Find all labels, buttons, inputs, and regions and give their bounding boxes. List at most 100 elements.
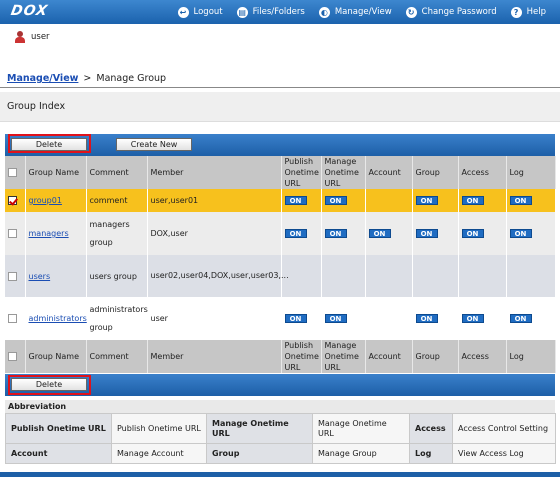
nav-logout[interactable]: ↩ Logout xyxy=(177,6,223,18)
abbr-key: Account xyxy=(5,443,112,464)
table-row[interactable]: managers managers group DOX,user ON ON O… xyxy=(5,212,556,255)
empty-cell xyxy=(412,255,459,297)
group-table: Group Name Comment Member Publish Onetim… xyxy=(5,156,556,373)
on-badge-access[interactable]: ON xyxy=(461,314,484,323)
group-link[interactable]: users xyxy=(29,272,51,281)
abbreviation-title: Abbreviation xyxy=(5,400,555,413)
empty-cell xyxy=(365,255,413,297)
select-all-checkbox[interactable] xyxy=(8,168,17,177)
group-comment: comment xyxy=(86,189,148,212)
table-footer-row: Group Name Comment Member Publish Onetim… xyxy=(5,340,556,373)
row-checkbox[interactable] xyxy=(8,196,17,205)
row-checkbox[interactable] xyxy=(8,271,17,281)
abbr-value: Manage Account xyxy=(111,443,207,464)
empty-cell xyxy=(365,189,413,212)
abbr-value: Access Control Setting xyxy=(452,413,556,444)
empty-cell xyxy=(365,297,413,340)
group-link[interactable]: administrators xyxy=(29,314,87,323)
nav-manage-view[interactable]: ◐ Manage/View xyxy=(318,6,392,18)
delete-highlight-bottom xyxy=(8,375,91,395)
on-badge-log[interactable]: ON xyxy=(509,314,532,323)
abbr-value: View Access Log xyxy=(452,443,556,464)
logout-icon: ↩ xyxy=(177,6,189,18)
col-comment: Comment xyxy=(86,156,148,189)
col-publish: Publish Onetime URL xyxy=(281,156,322,189)
on-badge-access[interactable]: ON xyxy=(461,229,484,238)
abbr-key: Access xyxy=(409,413,453,444)
col-group-name: Group Name xyxy=(25,340,87,373)
row-checkbox[interactable] xyxy=(8,314,17,323)
divider xyxy=(0,87,560,88)
on-badge-account[interactable]: ON xyxy=(368,229,391,238)
table-row[interactable]: group01 comment user,user01 ON ON ON ON … xyxy=(5,189,556,212)
col-publish: Publish Onetime URL xyxy=(281,340,322,373)
on-badge-manage[interactable]: ON xyxy=(324,229,347,238)
breadcrumb-separator: > xyxy=(83,73,92,84)
breadcrumb-manage-view-link[interactable]: Manage/View xyxy=(7,73,78,84)
user-name: user xyxy=(31,32,50,42)
on-badge-group[interactable]: ON xyxy=(415,229,438,238)
select-all-checkbox[interactable] xyxy=(8,352,17,361)
delete-highlight-top xyxy=(8,134,91,153)
nav-help[interactable]: ? Help xyxy=(510,6,546,18)
col-account: Account xyxy=(365,156,413,189)
files-folders-icon: ▤ xyxy=(236,6,248,18)
empty-cell xyxy=(321,255,366,297)
group-link[interactable]: group01 xyxy=(29,196,62,205)
on-badge-group[interactable]: ON xyxy=(415,314,438,323)
on-badge-publish[interactable]: ON xyxy=(284,196,307,205)
select-all-cell[interactable] xyxy=(5,340,26,373)
empty-cell xyxy=(458,255,507,297)
col-group: Group xyxy=(412,156,459,189)
footer-bar xyxy=(0,472,560,477)
abbr-value: Publish Onetime URL xyxy=(111,413,207,444)
col-access: Access xyxy=(458,156,507,189)
col-manage: Manage Onetime URL xyxy=(321,156,366,189)
table-header-row: Group Name Comment Member Publish Onetim… xyxy=(5,156,556,189)
nav-label: Manage/View xyxy=(334,7,392,17)
group-member: user,user01 xyxy=(147,189,282,212)
select-all-cell[interactable] xyxy=(5,156,26,189)
nav-label: Logout xyxy=(193,7,223,17)
abbr-value: Manage Group xyxy=(312,443,410,464)
nav-label: Files/Folders xyxy=(252,7,305,17)
col-log: Log xyxy=(506,340,556,373)
col-group: Group xyxy=(412,340,459,373)
page-title: Group Index xyxy=(0,92,560,122)
col-member: Member xyxy=(147,156,282,189)
col-access: Access xyxy=(458,340,507,373)
on-badge-group[interactable]: ON xyxy=(415,196,438,205)
on-badge-manage[interactable]: ON xyxy=(324,196,347,205)
abbreviation-row: Account Manage Account Group Manage Grou… xyxy=(5,443,556,464)
abbr-value: Manage Onetime URL xyxy=(312,413,410,444)
breadcrumb: Manage/View > Manage Group xyxy=(7,73,166,84)
on-badge-log[interactable]: ON xyxy=(509,229,532,238)
nav-files-folders[interactable]: ▤ Files/Folders xyxy=(236,6,305,18)
abbr-key: Publish Onetime URL xyxy=(5,413,112,444)
nav-label: Help xyxy=(526,7,546,17)
on-badge-publish[interactable]: ON xyxy=(284,229,307,238)
group-comment: administrators group xyxy=(86,297,148,340)
group-link[interactable]: managers xyxy=(29,229,69,238)
group-member: user xyxy=(147,297,282,340)
on-badge-publish[interactable]: ON xyxy=(284,314,307,323)
abbreviation-table: Publish Onetime URL Publish Onetime URL … xyxy=(5,413,556,464)
user-icon xyxy=(15,31,25,43)
on-badge-log[interactable]: ON xyxy=(509,196,532,205)
col-account: Account xyxy=(365,340,413,373)
create-new-button[interactable]: Create New xyxy=(116,138,192,151)
current-user: user xyxy=(15,31,50,43)
col-member: Member xyxy=(147,340,282,373)
abbr-key: Log xyxy=(409,443,453,464)
col-comment: Comment xyxy=(86,340,148,373)
table-row[interactable]: administrators administrators group user… xyxy=(5,297,556,340)
table-row[interactable]: users users group user02,user04,DOX,user… xyxy=(5,255,556,297)
col-log: Log xyxy=(506,156,556,189)
on-badge-access[interactable]: ON xyxy=(461,196,484,205)
group-comment: users group xyxy=(86,255,148,297)
col-group-name: Group Name xyxy=(25,156,87,189)
abbreviation-row: Publish Onetime URL Publish Onetime URL … xyxy=(5,413,556,444)
on-badge-manage[interactable]: ON xyxy=(324,314,347,323)
nav-change-password[interactable]: ↻ Change Password xyxy=(405,6,497,18)
row-checkbox[interactable] xyxy=(8,229,17,238)
